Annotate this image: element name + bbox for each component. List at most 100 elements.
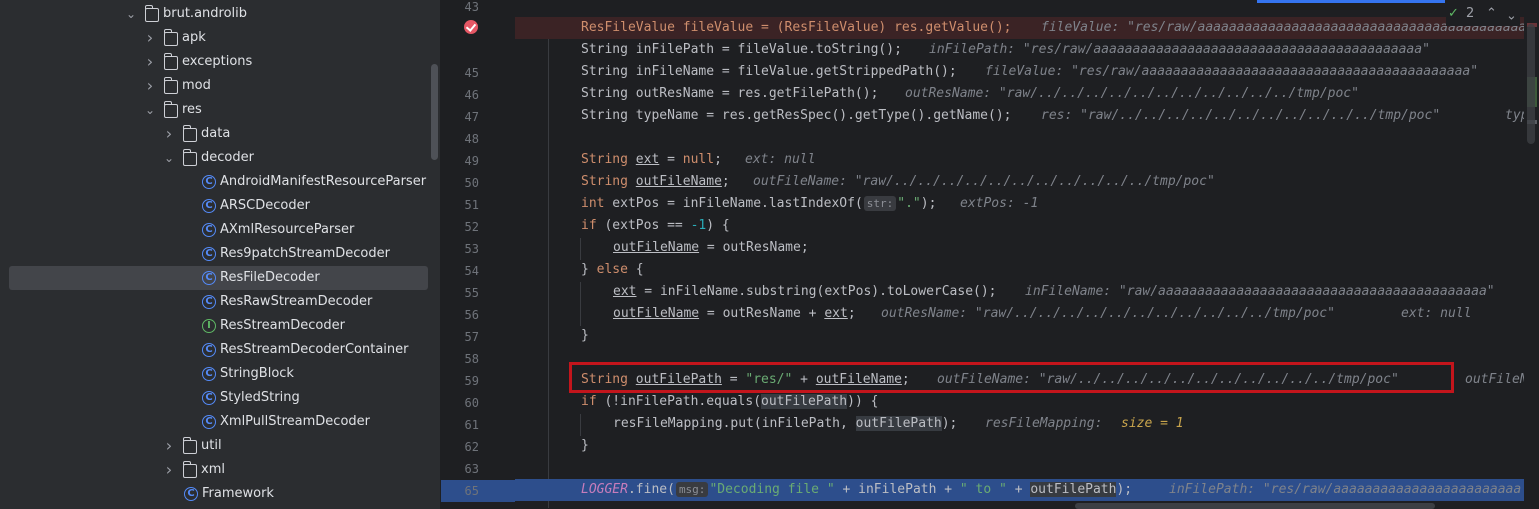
tree-item-xmlpullstreamdecoder[interactable]: C XmlPullStreamDecoder bbox=[0, 410, 432, 434]
tree-scrollbar[interactable] bbox=[431, 64, 438, 160]
folder-icon bbox=[182, 149, 197, 166]
tree-item-styledstring[interactable]: C StyledString bbox=[0, 386, 432, 410]
code-text: + inFilePath + bbox=[834, 482, 960, 497]
editor-scrollbar[interactable] bbox=[1527, 24, 1535, 144]
chevron-up-icon[interactable]: ⌃ bbox=[1486, 6, 1497, 21]
code-line-54: outFileName = outResName; bbox=[515, 237, 1525, 259]
tree-item-data[interactable]: › data bbox=[0, 122, 432, 146]
tree-item-decoder[interactable]: ⌄ decoder bbox=[0, 146, 432, 170]
tree-item-label: decoder bbox=[201, 150, 254, 165]
code-line-63: } bbox=[515, 435, 1525, 457]
class-icon: C bbox=[202, 343, 216, 357]
variable: outFileName bbox=[613, 240, 700, 255]
tree-item-xml[interactable]: › xml bbox=[0, 458, 432, 482]
chevron-down-icon[interactable]: ⌄ bbox=[125, 6, 137, 22]
chevron-right-icon[interactable]: › bbox=[144, 78, 156, 94]
code-text: extPos = inFileName.lastIndexOf( bbox=[604, 196, 863, 211]
inline-hint: inFileName: "raw/aaaaaaaaaaaaaaaaaaaaaaa… bbox=[1025, 284, 1495, 299]
string-literal: " to " bbox=[959, 482, 1007, 497]
code-line-48: String typeName = res.getResSpec().getTy… bbox=[515, 105, 1528, 127]
tree-item-label: mod bbox=[182, 78, 211, 93]
editor-tab-indicator bbox=[1257, 0, 1445, 3]
chevron-right-icon[interactable]: › bbox=[144, 30, 156, 46]
chevron-right-icon[interactable]: › bbox=[144, 54, 156, 70]
code-editor[interactable]: ResFileValue fileValue = (ResFileValue) … bbox=[515, 0, 1539, 509]
tree-item-label: ResStreamDecoder bbox=[220, 318, 345, 333]
code-line-50: String ext = null; ext: null bbox=[515, 149, 1525, 171]
inline-hint: res: "raw/../../../../../../../../../../… bbox=[1041, 108, 1441, 123]
tree-item-stringblock[interactable]: C StringBlock bbox=[0, 362, 432, 386]
tree-item-androidmanifestresourceparser[interactable]: C AndroidManifestResourceParser bbox=[0, 170, 432, 194]
tree-item-mod[interactable]: › mod bbox=[0, 74, 432, 98]
inline-hint: ext: null bbox=[745, 152, 816, 167]
tree-item-label: util bbox=[201, 438, 222, 453]
tree-item-resrawstreamdecoder[interactable]: C ResRawStreamDecoder bbox=[0, 290, 432, 314]
keyword: String bbox=[581, 152, 628, 167]
line-number: 45 bbox=[464, 66, 479, 80]
tree-item-label: XmlPullStreamDecoder bbox=[220, 414, 370, 429]
editor-horizontal-scrollbar[interactable] bbox=[1075, 503, 1435, 509]
code-line-47: String outResName = res.getFilePath(); o… bbox=[515, 83, 1525, 105]
chevron-down-icon[interactable]: ⌃ bbox=[1506, 6, 1517, 21]
line-number: 58 bbox=[464, 352, 479, 366]
line-number: 59 bbox=[464, 374, 479, 388]
chevron-right-icon[interactable]: › bbox=[163, 126, 175, 142]
code-text: ; bbox=[714, 152, 722, 167]
line-number-current: 65 bbox=[441, 480, 515, 502]
chevron-right-icon[interactable]: › bbox=[163, 438, 175, 454]
tree-item-label: AXmlResourceParser bbox=[220, 222, 355, 237]
variable: outFileName bbox=[613, 306, 700, 321]
tree-item-res[interactable]: ⌄ res bbox=[0, 98, 432, 122]
folder-icon bbox=[163, 53, 178, 70]
tree-item-framework[interactable]: C Framework bbox=[0, 482, 432, 506]
tree-item-resfiledecoder[interactable]: C ResFileDecoder bbox=[0, 266, 432, 290]
tree-item-label: res bbox=[182, 102, 202, 117]
code-text: .fine( bbox=[627, 482, 675, 497]
class-icon: C bbox=[202, 295, 216, 309]
tree-item-label: apk bbox=[182, 30, 206, 45]
tree-item-label: brut.androlib bbox=[163, 6, 248, 21]
inline-hint: inFilePath: "res/raw/aaaaaaaaaaaaaaaaaaa… bbox=[1169, 482, 1522, 497]
tree-item-brut-androlib[interactable]: ⌄ brut.androlib bbox=[0, 2, 432, 26]
code-text: = outResName + bbox=[699, 306, 825, 321]
keyword: else bbox=[596, 262, 628, 277]
code-line-65-current: LOGGER.fine(msg: "Decoding file " + inFil… bbox=[515, 479, 1525, 501]
line-number: 47 bbox=[464, 110, 479, 124]
folder-icon bbox=[144, 5, 159, 22]
class-icon: C bbox=[202, 415, 216, 429]
chevron-down-icon[interactable]: ⌄ bbox=[144, 102, 156, 118]
code-text: (!inFilePath.equals( bbox=[596, 394, 762, 409]
inspections-widget[interactable]: ✓ 2 ⌃ ⌃ bbox=[1446, 4, 1520, 26]
chevron-down-icon[interactable]: ⌄ bbox=[163, 150, 175, 166]
variable: ext bbox=[824, 306, 848, 321]
tree-item-arscdecoder[interactable]: C ARSCDecoder bbox=[0, 194, 432, 218]
line-number: 48 bbox=[464, 132, 479, 146]
line-number: 52 bbox=[464, 220, 479, 234]
code-text: String inFileName = fileValue.getStrippe… bbox=[581, 64, 957, 79]
tree-item-res9patchstreamdecoder[interactable]: C Res9patchStreamDecoder bbox=[0, 242, 432, 266]
chevron-right-icon[interactable]: › bbox=[163, 462, 175, 478]
code-line-58: } bbox=[515, 325, 1525, 347]
tree-item-label: StyledString bbox=[220, 390, 300, 405]
tree-item-axmlresourceparser[interactable]: C AXmlResourceParser bbox=[0, 218, 432, 242]
line-number: 54 bbox=[464, 264, 479, 278]
line-number: 61 bbox=[464, 418, 479, 432]
breakpoint-check-icon[interactable] bbox=[464, 20, 478, 34]
code-text: ); bbox=[1116, 482, 1133, 497]
folder-icon bbox=[163, 77, 178, 94]
line-number-gutter: 43 45 46 47 48 49 50 51 52 53 54 55 56 5… bbox=[441, 0, 515, 509]
tree-item-apk[interactable]: › apk bbox=[0, 26, 432, 50]
tree-item-util[interactable]: › util bbox=[0, 434, 432, 458]
code-text: = bbox=[659, 152, 683, 167]
tree-item-exceptions[interactable]: › exceptions bbox=[0, 50, 432, 74]
line-number: 43 bbox=[464, 0, 479, 14]
param-hint-chip: msg: bbox=[675, 482, 709, 497]
code-text: { bbox=[627, 262, 644, 277]
tree-item-label: ResStreamDecoderContainer bbox=[220, 342, 409, 357]
line-number: 50 bbox=[464, 176, 479, 190]
keyword: if bbox=[581, 394, 597, 409]
tree-item-resstreamdecodercontainer[interactable]: C ResStreamDecoderContainer bbox=[0, 338, 432, 362]
code-text: resFileMapping.put(inFilePath, bbox=[613, 416, 856, 431]
tree-item-resstreamdecoder[interactable]: I ResStreamDecoder bbox=[0, 314, 432, 338]
tree-item-label: ResFileDecoder bbox=[220, 270, 320, 285]
